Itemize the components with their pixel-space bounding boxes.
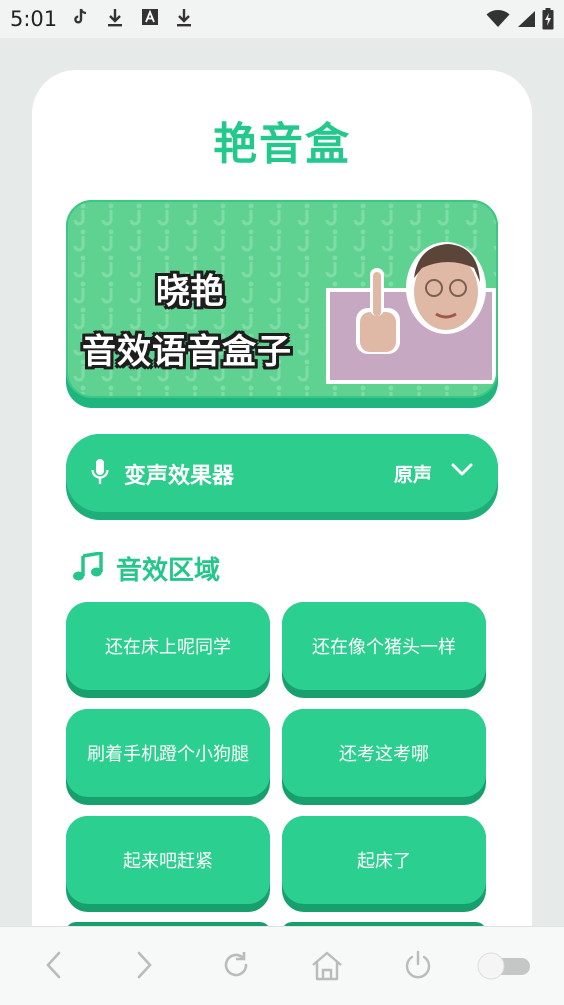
sound-button-label[interactable]: 刷着手机蹬个小狗腿	[66, 709, 270, 797]
banner-title: 晓艳	[156, 272, 224, 312]
battery-charging-icon	[542, 8, 554, 34]
power-icon[interactable]	[402, 949, 434, 985]
signal-icon	[516, 10, 536, 32]
wifi-icon	[486, 10, 510, 32]
sound-button[interactable]: 起来吧赶紧	[66, 816, 270, 912]
banner-subtitle: 音效语音盒子	[82, 332, 292, 372]
status-bar: 5:01	[0, 0, 564, 38]
status-time: 5:01	[10, 7, 58, 31]
sound-button[interactable]: 还考这考哪	[282, 709, 486, 805]
chevron-down-icon[interactable]	[450, 462, 474, 482]
app-title: 艳音盒	[213, 119, 351, 170]
app-a-icon	[141, 8, 159, 31]
toggle-switch[interactable]	[476, 951, 532, 985]
sound-button-label[interactable]: 还在像个猪头一样	[282, 602, 486, 690]
download-icon	[106, 8, 124, 33]
bottom-nav-bar	[0, 926, 564, 1005]
reload-icon[interactable]	[220, 949, 252, 985]
voice-changer-face[interactable]: 变声效果器 原声	[66, 434, 498, 512]
thumbs-up-person-image	[326, 242, 496, 384]
forward-icon[interactable]	[132, 949, 156, 985]
sound-button-label[interactable]: 起床了	[282, 816, 486, 904]
microphone-icon	[90, 458, 110, 490]
tiktok-icon	[72, 8, 88, 31]
home-icon[interactable]	[310, 949, 344, 987]
sound-button-label[interactable]: 还在床上呢同学	[66, 602, 270, 690]
section-title: 音效区域	[116, 556, 221, 586]
voice-changer-button[interactable]: 变声效果器 原声	[66, 434, 498, 520]
sound-button[interactable]: 起床了	[282, 816, 486, 912]
banner: 晓艳 音效语音盒子	[66, 200, 498, 408]
sound-button[interactable]: 还在床上呢同学	[66, 602, 270, 698]
voice-changer-label: 变声效果器	[124, 464, 235, 489]
sound-button[interactable]: 刷着手机蹬个小狗腿	[66, 709, 270, 805]
music-note-icon	[72, 550, 104, 586]
banner-face: 晓艳 音效语音盒子	[66, 200, 498, 398]
sound-button-label[interactable]: 还考这考哪	[282, 709, 486, 797]
voice-changer-value[interactable]: 原声	[394, 460, 432, 487]
download-icon	[175, 8, 193, 33]
back-icon[interactable]	[42, 949, 66, 985]
sound-button-label[interactable]: 起来吧赶紧	[66, 816, 270, 904]
sound-button[interactable]: 还在像个猪头一样	[282, 602, 486, 698]
